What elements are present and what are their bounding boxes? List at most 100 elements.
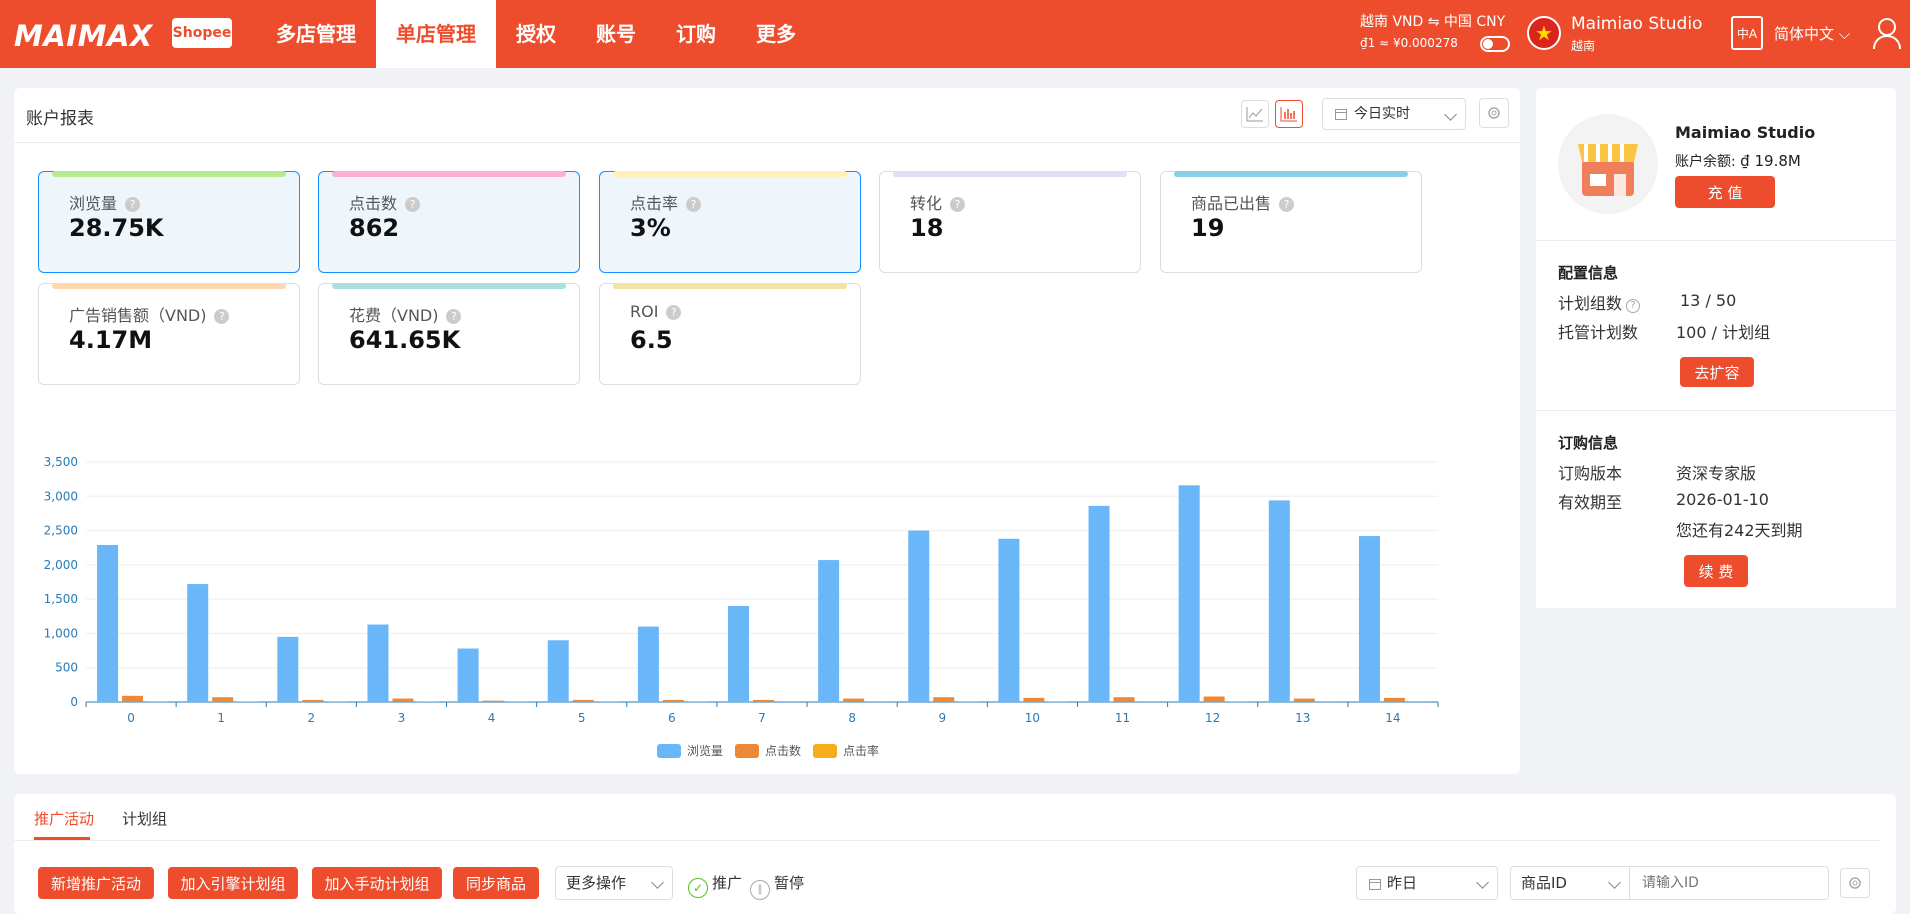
x-tick-label: 14 — [1385, 711, 1400, 725]
version-value: 资深专家版 — [1676, 460, 1756, 484]
chevron-down-icon — [1608, 876, 1621, 889]
metric-color-bar — [52, 171, 286, 177]
nav-account[interactable]: 账号 — [576, 0, 656, 68]
metric-card[interactable]: 广告销售额（VND)?4.17M — [38, 283, 300, 385]
user-icon[interactable] — [1872, 16, 1902, 50]
date-range-select[interactable]: 今日实时 — [1322, 98, 1466, 130]
help-icon[interactable]: ? — [666, 305, 681, 320]
help-icon[interactable]: ? — [1626, 299, 1640, 313]
help-icon[interactable]: ? — [686, 197, 701, 212]
metric-value: 641.65K — [349, 326, 460, 354]
chevron-down-icon — [651, 876, 664, 889]
tab-plan-groups[interactable]: 计划组 — [122, 808, 167, 829]
x-tick-label: 4 — [488, 711, 496, 725]
metric-card[interactable]: ROI?6.5 — [599, 283, 861, 385]
chart-legend: 浏览量 点击数 点击率 — [657, 742, 879, 759]
add-manual-group-button[interactable]: 加入手动计划组 — [312, 867, 442, 899]
bar-views — [277, 637, 298, 702]
bar-views — [187, 584, 208, 702]
language-select[interactable]: 简体中文 ⌵ — [1774, 23, 1850, 44]
metric-card[interactable]: 点击数?862 — [318, 171, 580, 273]
help-icon[interactable]: ? — [125, 197, 140, 212]
nav-more[interactable]: 更多 — [736, 0, 816, 68]
gear-icon — [1848, 876, 1862, 890]
add-engine-group-button[interactable]: 加入引擎计划组 — [168, 867, 298, 899]
chevron-down-icon: ⌵ — [1839, 25, 1850, 43]
metric-card[interactable]: 点击率?3% — [599, 171, 861, 273]
bar-clicks — [753, 700, 774, 702]
bar-clicks — [1204, 697, 1225, 702]
metric-value: 862 — [349, 214, 399, 242]
bar-clicks — [302, 700, 323, 702]
help-icon[interactable]: ? — [1279, 197, 1294, 212]
managed-plans-label: 托管计划数 — [1558, 319, 1638, 343]
balance-label: 账户余额: — [1675, 154, 1736, 170]
report-title: 账户报表 — [26, 104, 94, 129]
nav-single-store[interactable]: 单店管理 — [376, 0, 496, 68]
renew-button[interactable]: 续 费 — [1684, 555, 1748, 587]
line-chart-button[interactable] — [1241, 100, 1269, 128]
metric-card[interactable]: 商品已出售?19 — [1160, 171, 1422, 273]
chevron-down-icon — [1476, 876, 1489, 889]
metric-label: 花费（VND)? — [349, 302, 461, 326]
metric-color-bar — [1174, 171, 1408, 177]
bar-clicks — [843, 699, 864, 702]
translate-icon[interactable]: 中A — [1731, 16, 1763, 50]
help-icon[interactable]: ? — [405, 197, 420, 212]
bar-clicks — [1384, 698, 1405, 702]
shop-name[interactable]: Maimiao Studio — [1571, 14, 1702, 34]
nav-subscribe[interactable]: 订购 — [656, 0, 736, 68]
legend-item-views[interactable]: 浏览量 — [657, 742, 723, 759]
pause-filter[interactable]: ‖暂停 — [750, 872, 804, 900]
sync-products-button[interactable]: 同步商品 — [453, 867, 539, 899]
recharge-button[interactable]: 充 值 — [1675, 176, 1775, 208]
currency-toggle[interactable] — [1480, 36, 1510, 52]
help-icon[interactable]: ? — [446, 309, 461, 324]
legend-item-clicks[interactable]: 点击数 — [735, 742, 801, 759]
id-search-input[interactable] — [1629, 866, 1829, 900]
bar-chart-button[interactable] — [1275, 100, 1303, 128]
metric-card[interactable]: 浏览量?28.75K — [38, 171, 300, 273]
x-tick-label: 12 — [1205, 711, 1220, 725]
metric-value: 19 — [1191, 214, 1224, 242]
add-campaign-button[interactable]: 新增推广活动 — [38, 867, 154, 899]
metric-label: 点击数? — [349, 190, 420, 214]
metric-color-bar — [893, 171, 1127, 177]
y-tick-label: 2,500 — [44, 524, 78, 538]
bar-clicks — [1114, 697, 1135, 702]
help-icon[interactable]: ? — [950, 197, 965, 212]
balance: 账户余额: ₫ 19.8M — [1675, 151, 1801, 171]
logo[interactable]: MAIMAX — [14, 19, 153, 53]
legend-item-ctr[interactable]: 点击率 — [813, 742, 879, 759]
y-tick-label: 1,000 — [44, 626, 78, 640]
y-tick-label: 1,500 — [44, 592, 78, 606]
shop-region: 越南 — [1571, 37, 1595, 54]
promote-filter[interactable]: ✓推广 — [688, 872, 742, 898]
metric-color-bar — [52, 283, 286, 289]
plan-groups-value: 13 / 50 — [1680, 291, 1736, 310]
date-filter-select[interactable]: 昨日 — [1356, 866, 1498, 900]
more-actions-select[interactable]: 更多操作 — [555, 866, 673, 900]
settings-button[interactable] — [1479, 98, 1509, 128]
expand-button[interactable]: 去扩容 — [1680, 357, 1754, 387]
metric-card[interactable]: 花费（VND)?641.65K — [318, 283, 580, 385]
y-tick-label: 0 — [70, 695, 78, 709]
table-settings-button[interactable] — [1840, 868, 1870, 898]
tab-campaigns[interactable]: 推广活动 — [34, 808, 94, 829]
metric-card[interactable]: 转化?18 — [879, 171, 1141, 273]
managed-plans-value: 100 / 计划组 — [1676, 319, 1770, 343]
x-tick-label: 13 — [1295, 711, 1310, 725]
bar-clicks — [663, 700, 684, 702]
x-tick-label: 0 — [127, 711, 135, 725]
bar-clicks — [573, 700, 594, 702]
divider — [1536, 410, 1896, 411]
nav-multi-store[interactable]: 多店管理 — [256, 0, 376, 68]
divider — [14, 142, 1520, 143]
help-icon[interactable]: ? — [214, 309, 229, 324]
version-label: 订购版本 — [1558, 460, 1622, 484]
field-select[interactable]: 商品ID — [1510, 866, 1630, 900]
nav-authorize[interactable]: 授权 — [496, 0, 576, 68]
x-tick-label: 9 — [938, 711, 946, 725]
language-label: 简体中文 — [1774, 25, 1834, 43]
divider — [1536, 240, 1896, 241]
